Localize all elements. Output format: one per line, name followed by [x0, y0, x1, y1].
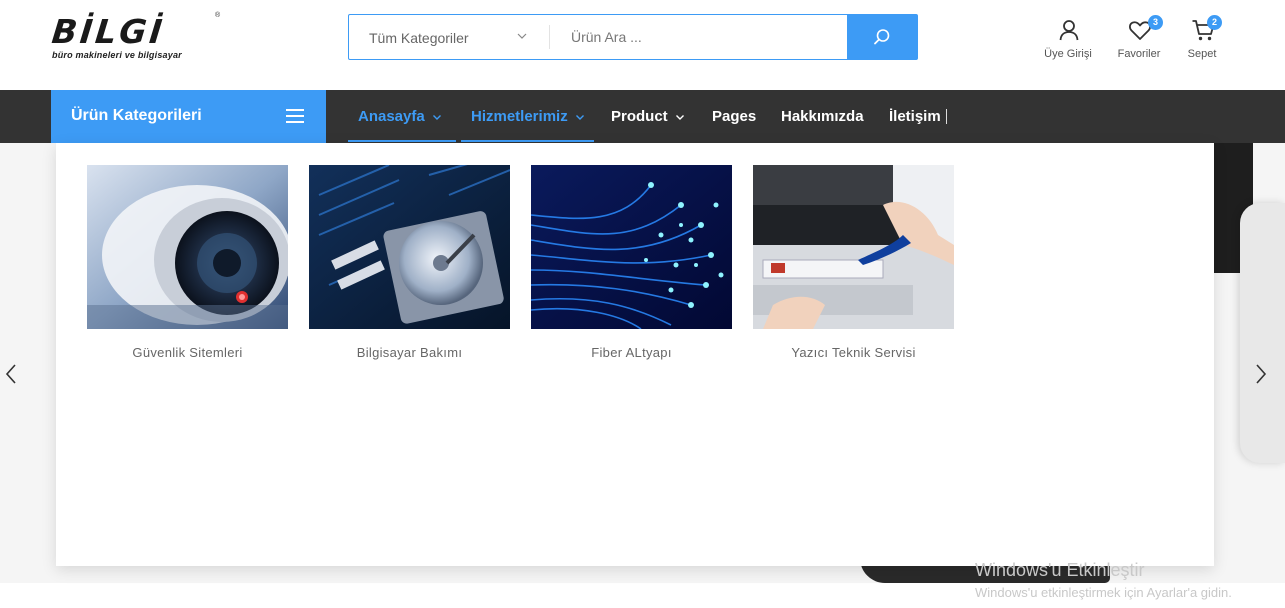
- service-card-fiber[interactable]: Fiber ALtyapı: [531, 165, 732, 360]
- windows-activation-subtitle: Windows'u etkinleştirmek için Ayarlar'a …: [975, 585, 1232, 600]
- nav-active-underline: [461, 140, 594, 142]
- chevron-down-icon: [675, 114, 684, 120]
- page: BİLGİ ® büro makineleri ve bilgisayar Tü…: [0, 0, 1285, 608]
- nav-item-hizmetlerimiz[interactable]: Hizmetlerimiz: [471, 90, 585, 143]
- chevron-down-icon: [517, 33, 527, 39]
- categories-toggle[interactable]: Ürün Kategorileri: [51, 90, 326, 143]
- nav-item-product[interactable]: Product: [611, 90, 685, 143]
- nav-item-label: Anasayfa: [358, 108, 425, 125]
- nav-item-label: Hizmetlerimiz: [471, 108, 568, 125]
- service-card-computer-care[interactable]: Bilgisayar Bakımı: [309, 165, 510, 360]
- cart-button[interactable]: 2 Sepet: [1167, 15, 1237, 66]
- login-button[interactable]: Üye Girişi: [1033, 16, 1103, 66]
- search-category-label: Tüm Kategoriler: [369, 30, 469, 46]
- site-header: BİLGİ ® büro makineleri ve bilgisayar Tü…: [0, 0, 1285, 90]
- security-camera-image: [87, 165, 288, 329]
- cart-count-badge: 2: [1207, 15, 1222, 30]
- logo-registered-mark: ®: [215, 12, 221, 19]
- service-card-printer[interactable]: Yazıcı Teknik Servisi: [753, 165, 954, 360]
- categories-toggle-label: Ürün Kategorileri: [71, 107, 202, 124]
- nav-active-underline: [348, 140, 456, 142]
- search-divider: [549, 25, 550, 49]
- service-card-caption: Güvenlik Sitemleri: [132, 345, 243, 360]
- hard-drive-image: [309, 165, 510, 329]
- logo-wordmark: BİLGİ: [50, 12, 167, 51]
- service-card-caption: Yazıcı Teknik Servisi: [791, 345, 916, 360]
- site-logo[interactable]: BİLGİ ® büro makineleri ve bilgisayar: [50, 12, 227, 64]
- login-label: Üye Girişi: [1044, 48, 1092, 60]
- favorites-count-badge: 3: [1148, 15, 1163, 30]
- service-card-security[interactable]: Güvenlik Sitemleri: [87, 165, 288, 360]
- search-icon: [874, 29, 890, 45]
- services-mega-menu: Güvenlik Sitemleri Bilgisayar Bakımı Fib…: [56, 143, 1214, 566]
- nav-item-anasayfa[interactable]: Anasayfa: [358, 90, 442, 143]
- favorites-button[interactable]: 3 Favoriler: [1104, 15, 1174, 66]
- chevron-down-icon: [575, 114, 584, 120]
- cart-label: Sepet: [1187, 48, 1217, 60]
- search-bar: Tüm Kategoriler: [348, 14, 918, 60]
- service-card-caption: Bilgisayar Bakımı: [356, 345, 463, 360]
- search-input[interactable]: [559, 19, 849, 55]
- slider-next-arrow-icon[interactable]: [1250, 362, 1270, 386]
- printer-repair-image: [753, 165, 954, 329]
- favorites-label: Favoriler: [1117, 48, 1161, 60]
- fiber-optic-image: [531, 165, 732, 329]
- search-button[interactable]: [847, 15, 917, 59]
- nav-item-hakkimizda[interactable]: Hakkımızda: [781, 90, 864, 143]
- nav-item-label: Pages: [712, 108, 757, 125]
- windows-activation-title: Windows'u Etkinleştir: [975, 560, 1145, 580]
- slider-prev-arrow-icon[interactable]: [2, 362, 22, 386]
- nav-item-iletisim[interactable]: İletişim: [889, 90, 941, 143]
- service-card-caption: Fiber ALtyapı: [591, 345, 672, 360]
- nav-item-label: Hakkımızda: [781, 108, 864, 125]
- chevron-down-icon: [432, 114, 441, 120]
- logo-tagline: büro makineleri ve bilgisayar: [52, 50, 182, 60]
- menu-icon: [286, 109, 304, 124]
- nav-separator: [946, 109, 947, 124]
- hero-image-device: [1240, 203, 1285, 463]
- nav-item-label: İletişim: [889, 108, 941, 125]
- nav-item-label: Product: [611, 108, 668, 125]
- main-navbar: Ürün Kategorileri Anasayfa Hizmetlerimiz…: [0, 90, 1285, 143]
- nav-item-pages[interactable]: Pages: [712, 90, 756, 143]
- user-icon: [1059, 20, 1079, 41]
- search-category-select[interactable]: Tüm Kategoriler: [349, 15, 549, 59]
